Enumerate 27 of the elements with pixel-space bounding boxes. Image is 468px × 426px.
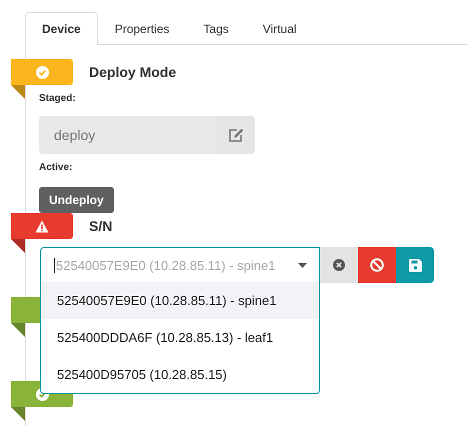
tab[interactable]: Device xyxy=(25,12,98,45)
ribbon-fold xyxy=(11,407,25,421)
ribbon-fold xyxy=(11,323,25,337)
caret-icon[interactable] xyxy=(298,262,307,268)
dropdown-option[interactable]: 525400DDDA6F (10.28.85.13) - leaf1 xyxy=(41,319,319,356)
tab[interactable]: Tags xyxy=(186,12,246,45)
undeploy-button[interactable]: Undeploy xyxy=(39,187,114,213)
dropdown-option[interactable]: 525400D95705 (10.28.85.15) xyxy=(41,356,319,393)
staged-field[interactable]: deploy xyxy=(39,116,255,154)
tab[interactable]: Properties xyxy=(98,12,186,45)
dropdown-option[interactable]: 52540057E9E0 (10.28.85.11) - spine1 xyxy=(41,282,319,319)
section-title: Deploy Mode xyxy=(89,64,176,80)
section-title: S/N xyxy=(89,218,112,234)
field-label: Active: xyxy=(39,162,72,173)
edit-icon[interactable] xyxy=(228,128,244,142)
cancel-button[interactable] xyxy=(358,247,396,283)
clear-button[interactable] xyxy=(320,247,358,283)
ribbon-fold xyxy=(11,239,25,253)
field-label: Staged: xyxy=(39,93,76,104)
save-icon xyxy=(408,258,422,272)
check-circle-icon xyxy=(36,66,48,78)
tab[interactable]: Virtual xyxy=(246,12,314,45)
save-button[interactable] xyxy=(396,247,434,283)
prohibited-icon xyxy=(370,258,384,272)
close-icon xyxy=(333,259,345,271)
warning-icon xyxy=(35,220,49,232)
ribbon-fold xyxy=(11,85,25,99)
